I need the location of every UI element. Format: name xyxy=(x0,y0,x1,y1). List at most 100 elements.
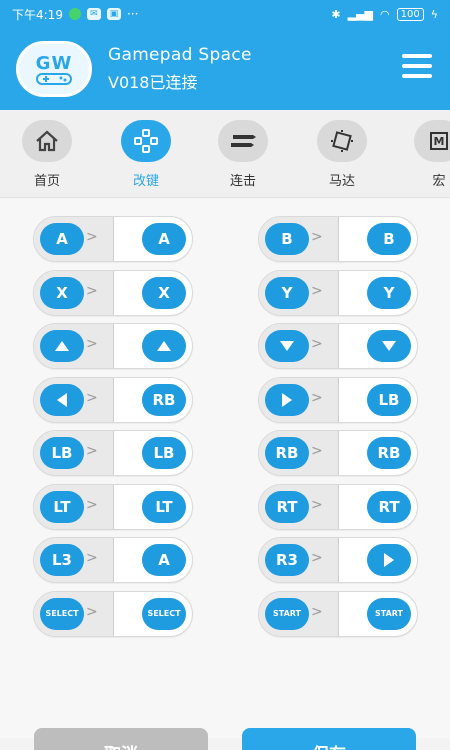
tab-home[interactable]: 首页 xyxy=(12,120,82,189)
mapping-row[interactable]: > Y Y xyxy=(258,269,418,316)
target-key-button[interactable]: A xyxy=(142,544,186,576)
source-key-button[interactable]: START xyxy=(265,597,309,630)
chevron-right-icon: > xyxy=(311,496,323,513)
chevron-right-icon: > xyxy=(311,603,323,620)
chevron-right-icon: > xyxy=(311,550,323,566)
battery-level: 100 xyxy=(396,7,424,21)
chevron-right-icon: > xyxy=(311,389,323,406)
target-key-button[interactable]: START xyxy=(367,597,411,630)
chevron-right-icon: > xyxy=(311,229,323,245)
chevron-right-icon: > xyxy=(86,603,98,620)
tab-macro[interactable]: M 宏 xyxy=(404,120,450,189)
save-button[interactable]: 保存 xyxy=(242,728,416,750)
bluetooth-icon: ✱ xyxy=(331,7,341,21)
source-key-button[interactable]: LB xyxy=(40,437,84,469)
down-arrow-icon[interactable] xyxy=(265,330,309,362)
chevron-right-icon: > xyxy=(311,336,323,352)
target-key-button[interactable]: LB xyxy=(367,383,411,416)
source-key-button[interactable]: SELECT xyxy=(40,597,84,630)
up-arrow-icon[interactable] xyxy=(40,330,84,362)
svg-text:M: M xyxy=(434,135,445,148)
mapping-row[interactable]: > RT RT xyxy=(258,483,418,530)
target-key-button[interactable]: RT xyxy=(367,490,411,523)
charging-icon: ϟ xyxy=(430,7,438,21)
mapping-row[interactable]: > X X xyxy=(33,269,193,316)
logo-text: GW xyxy=(35,52,73,74)
mapping-row[interactable]: > xyxy=(33,323,193,369)
tab-bar: 首页 改键 连击 马达 M 宏 xyxy=(0,110,450,198)
tab-motor[interactable]: 马达 xyxy=(307,120,377,189)
message-icon: ▣ xyxy=(106,8,121,20)
source-key-button[interactable]: L3 xyxy=(40,544,84,576)
chevron-right-icon: > xyxy=(86,336,98,352)
source-key-button[interactable]: B xyxy=(265,223,309,255)
tab-rapid-fire[interactable]: 连击 xyxy=(208,120,278,189)
up-arrow-icon[interactable] xyxy=(142,330,186,362)
mapping-row[interactable]: > SELECT SELECT xyxy=(33,590,193,637)
button-mapping-grid: > A A > B B > X X > Y Y > > > RB > LB > LB LB > RB RB > LT LT > RT RT… xyxy=(0,198,450,738)
status-time: 下午4:19 xyxy=(12,7,63,22)
target-key-button[interactable]: X xyxy=(142,276,186,309)
connection-status: V018已连接 xyxy=(108,73,198,92)
gamepad-logo-icon xyxy=(36,72,72,85)
target-key-button[interactable]: A xyxy=(142,223,186,255)
wifi-icon: ◠ xyxy=(380,7,390,21)
source-key-button[interactable]: R3 xyxy=(265,544,309,576)
source-key-button[interactable]: RT xyxy=(265,490,309,523)
target-key-button[interactable]: SELECT xyxy=(142,597,186,630)
chevron-right-icon: > xyxy=(311,443,323,459)
source-key-button[interactable]: A xyxy=(40,223,84,255)
chevron-right-icon: > xyxy=(86,389,98,406)
target-key-button[interactable]: B xyxy=(367,223,411,255)
tab-label: 首页 xyxy=(33,174,60,189)
motor-icon xyxy=(317,120,367,162)
target-key-button[interactable]: Y xyxy=(367,276,411,309)
tab-label: 宏 xyxy=(432,174,446,189)
tab-remap[interactable]: 改键 xyxy=(111,120,181,189)
chevron-right-icon: > xyxy=(86,550,98,566)
chevron-right-icon: > xyxy=(86,443,98,459)
source-key-button[interactable]: Y xyxy=(265,276,309,309)
menu-icon-bar xyxy=(402,74,432,78)
mapping-row[interactable]: > L3 A xyxy=(33,537,193,583)
macro-icon: M xyxy=(414,120,450,162)
chat-icon: ✉ xyxy=(86,8,101,20)
mapping-row[interactable]: > RB RB xyxy=(258,430,418,476)
chevron-right-icon: > xyxy=(86,229,98,245)
signal-icon: ▂▄▆ xyxy=(347,7,374,21)
source-key-button[interactable]: LT xyxy=(40,490,84,523)
right-arrow-icon[interactable] xyxy=(265,383,309,416)
rapid-fire-icon xyxy=(218,120,268,162)
tab-label: 马达 xyxy=(328,174,355,189)
menu-icon-bar xyxy=(402,54,432,58)
mapping-row[interactable]: > xyxy=(258,323,418,369)
down-arrow-icon[interactable] xyxy=(367,330,411,362)
mapping-row[interactable]: > A A xyxy=(33,216,193,262)
cancel-button[interactable]: 取消 xyxy=(34,728,208,750)
notification-icon xyxy=(68,8,81,20)
mapping-row[interactable]: > R3 xyxy=(258,537,418,583)
more-icon: ··· xyxy=(126,7,139,21)
mapping-row[interactable]: > B B xyxy=(258,216,418,262)
chevron-right-icon: > xyxy=(86,496,98,513)
app-title: Gamepad Space xyxy=(108,45,252,65)
mapping-row[interactable]: > START START xyxy=(258,590,418,637)
menu-icon-bar xyxy=(402,64,432,68)
mapping-row[interactable]: > RB xyxy=(33,376,193,423)
left-arrow-icon[interactable] xyxy=(40,383,84,416)
source-key-button[interactable]: X xyxy=(40,276,84,309)
chevron-right-icon: > xyxy=(86,282,98,299)
target-key-button[interactable]: RB xyxy=(367,437,411,469)
target-key-button[interactable]: LT xyxy=(142,490,186,523)
menu-button[interactable] xyxy=(402,54,432,78)
gamepad-icon xyxy=(121,120,171,162)
home-icon xyxy=(22,120,72,162)
mapping-row[interactable]: > LB xyxy=(258,376,418,423)
target-key-button[interactable]: RB xyxy=(142,383,186,416)
mapping-row[interactable]: > LT LT xyxy=(33,483,193,530)
mapping-row[interactable]: > LB LB xyxy=(33,430,193,476)
source-key-button[interactable]: RB xyxy=(265,437,309,469)
target-key-button[interactable]: LB xyxy=(142,437,186,469)
app-header: GW Gamepad Space V018已连接 xyxy=(0,28,450,110)
right-arrow-icon[interactable] xyxy=(367,544,411,576)
